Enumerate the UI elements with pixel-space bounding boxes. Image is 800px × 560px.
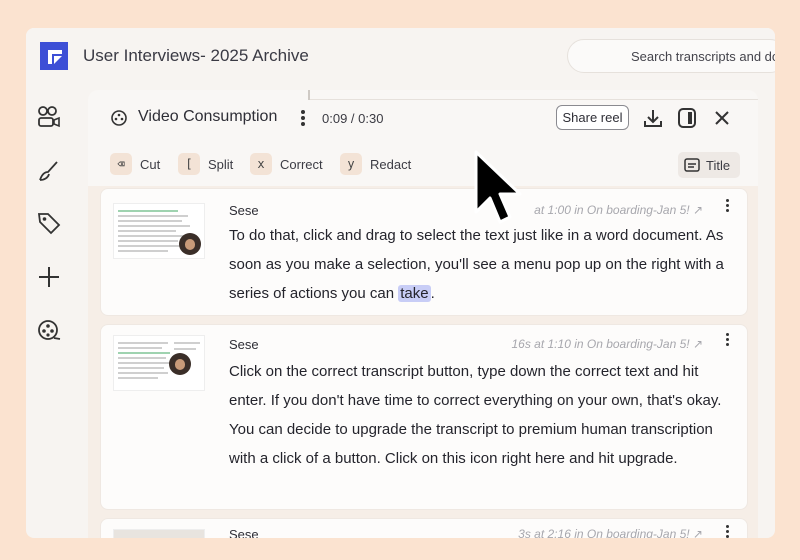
clip-thumbnail[interactable] xyxy=(113,335,205,391)
clip-menu-icon[interactable] xyxy=(723,197,731,217)
app-logo-icon[interactable] xyxy=(40,42,68,70)
redact-key: y xyxy=(340,153,362,175)
clip-card[interactable]: Sese 3s at 2:16 in On boarding-Jan 5! ↗ xyxy=(100,518,748,538)
split-key: [ xyxy=(178,153,200,175)
archive-title: User Interviews- 2025 Archive xyxy=(83,46,309,65)
clip-card[interactable]: Sese 16s at 1:10 in On boarding-Jan 5! ↗… xyxy=(100,324,748,510)
film-reel-icon xyxy=(111,110,127,126)
transcript-text-end: . xyxy=(430,285,435,302)
clip-meta[interactable]: at 1:00 in On boarding-Jan 5! ↗ xyxy=(534,203,703,217)
correct-key: x xyxy=(250,153,272,175)
cut-key: ⌫ xyxy=(110,153,132,175)
clip-menu-icon[interactable] xyxy=(723,331,731,351)
tab-line xyxy=(310,99,758,100)
split-label: Split xyxy=(208,156,234,172)
speaker-name: Sese xyxy=(229,337,259,352)
speaker-name: Sese xyxy=(229,527,259,538)
plus-icon[interactable] xyxy=(36,264,62,290)
redact-tool[interactable]: y Redact xyxy=(340,152,411,176)
users-video-icon[interactable] xyxy=(36,104,62,130)
search-input[interactable]: Search transcripts and do xyxy=(567,39,775,73)
clip-menu-icon[interactable] xyxy=(723,523,731,538)
panel-toggle-icon[interactable] xyxy=(676,107,698,129)
split-tool[interactable]: [ Split xyxy=(178,152,233,176)
top-bar: User Interviews- 2025 Archive Search tra… xyxy=(26,28,775,84)
correct-label: Correct xyxy=(280,156,323,172)
download-icon[interactable] xyxy=(642,107,664,129)
reel-menu-icon[interactable] xyxy=(299,108,307,128)
brush-icon[interactable] xyxy=(36,158,62,184)
close-icon[interactable] xyxy=(711,107,733,129)
clip-meta[interactable]: 16s at 1:10 in On boarding-Jan 5! ↗ xyxy=(511,337,703,351)
cut-label: Cut xyxy=(140,156,161,172)
correct-tool[interactable]: x Correct xyxy=(250,152,323,176)
title-button[interactable]: Title xyxy=(678,152,740,178)
title-label: Title xyxy=(706,157,731,173)
speaker-name: Sese xyxy=(229,203,259,218)
clip-thumbnail[interactable] xyxy=(113,529,205,538)
avatar xyxy=(169,353,191,375)
redact-label: Redact xyxy=(370,156,412,172)
clip-list: Sese at 1:00 in On boarding-Jan 5! ↗ To … xyxy=(88,186,758,538)
reel-title[interactable]: Video Consumption xyxy=(138,108,277,126)
panel-header: Video Consumption 0:09 / 0:30 Share reel… xyxy=(88,90,758,186)
sidebar xyxy=(26,88,76,538)
timecode: 0:09 / 0:30 xyxy=(322,111,384,126)
transcript-text-part: To do that, click and drag to select the… xyxy=(229,227,724,302)
reel-panel: Video Consumption 0:09 / 0:30 Share reel… xyxy=(88,90,758,538)
avatar xyxy=(179,233,201,255)
cut-tool[interactable]: ⌫ Cut xyxy=(110,152,160,176)
film-reel-icon[interactable] xyxy=(36,318,62,344)
mouse-cursor-icon xyxy=(474,150,522,224)
selected-word[interactable]: take xyxy=(398,285,431,302)
transcript-text[interactable]: Click on the correct transcript button, … xyxy=(229,357,729,473)
tag-icon[interactable] xyxy=(36,210,62,236)
clip-meta[interactable]: 3s at 2:16 in On boarding-Jan 5! ↗ xyxy=(518,527,703,538)
clip-card[interactable]: Sese at 1:00 in On boarding-Jan 5! ↗ To … xyxy=(100,188,748,316)
share-reel-button[interactable]: Share reel xyxy=(556,105,629,130)
edit-toolbar: ⌫ Cut [ Split x Correct y Redact Title xyxy=(88,146,758,182)
app-window: User Interviews- 2025 Archive Search tra… xyxy=(26,28,775,538)
title-icon xyxy=(684,158,700,172)
transcript-text[interactable]: To do that, click and drag to select the… xyxy=(229,221,729,308)
